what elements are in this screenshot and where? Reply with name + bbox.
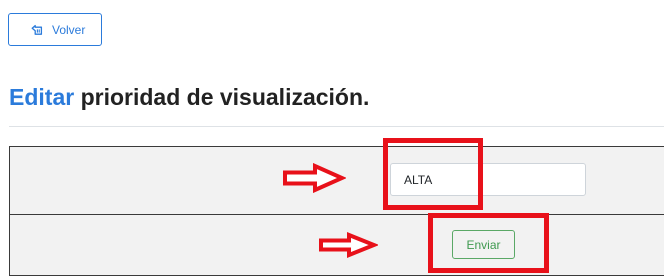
page-title-accent: Editar [9,84,75,110]
page-title-rest: prioridad de visualización. [80,84,370,110]
back-button[interactable]: Volver [8,13,102,46]
back-hand-icon [31,24,43,36]
submit-button[interactable]: Enviar [452,230,515,259]
row-divider [10,214,664,215]
back-button-label: Volver [52,22,86,37]
page-title: Editar prioridad de visualización. [9,82,369,112]
title-divider [9,126,664,127]
edit-form-table: Enviar [9,146,664,276]
priority-input[interactable] [390,163,586,196]
